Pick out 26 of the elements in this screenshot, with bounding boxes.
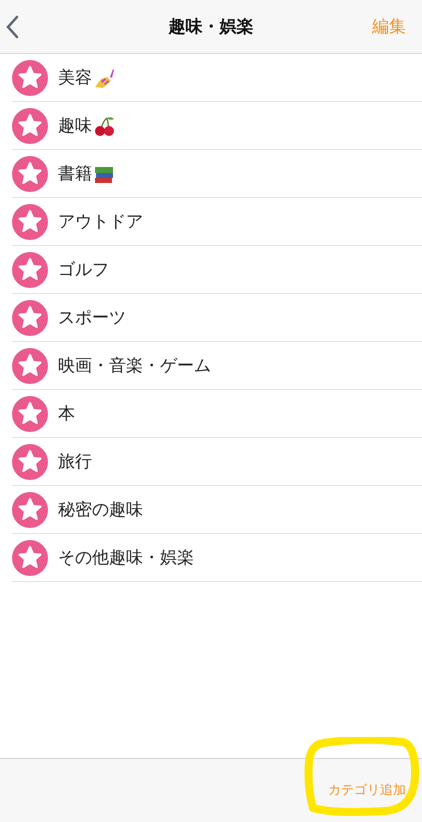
cherry-icon	[93, 114, 115, 136]
category-row[interactable]: 旅行	[12, 438, 422, 486]
category-row[interactable]: 書籍	[12, 150, 422, 198]
category-label: スポーツ	[58, 307, 126, 329]
category-label: 旅行	[58, 451, 92, 473]
back-icon[interactable]	[5, 14, 19, 38]
category-label: 美容	[58, 67, 92, 89]
category-label: ゴルフ	[58, 259, 109, 281]
category-label: 映画・音楽・ゲーム	[58, 355, 211, 377]
category-row[interactable]: 本	[12, 390, 422, 438]
category-row[interactable]: その他趣味・娯楽	[12, 534, 422, 582]
category-label: 書籍	[58, 163, 92, 185]
category-row[interactable]: アウトドア	[12, 198, 422, 246]
screen-title: 趣味・娯楽	[168, 16, 254, 38]
nail-polish-icon	[93, 66, 115, 88]
category-row[interactable]: 趣味	[12, 102, 422, 150]
category-row[interactable]: 映画・音楽・ゲーム	[12, 342, 422, 390]
category-label: 趣味	[58, 115, 92, 137]
category-row[interactable]: 美容	[12, 54, 422, 102]
category-label: 本	[58, 403, 75, 425]
category-label: 秘密の趣味	[58, 499, 143, 521]
category-row[interactable]: ゴルフ	[12, 246, 422, 294]
category-row[interactable]: 秘密の趣味	[12, 486, 422, 534]
category-label: アウトドア	[58, 211, 143, 233]
category-row[interactable]: スポーツ	[12, 294, 422, 342]
category-label: その他趣味・娯楽	[58, 547, 194, 569]
